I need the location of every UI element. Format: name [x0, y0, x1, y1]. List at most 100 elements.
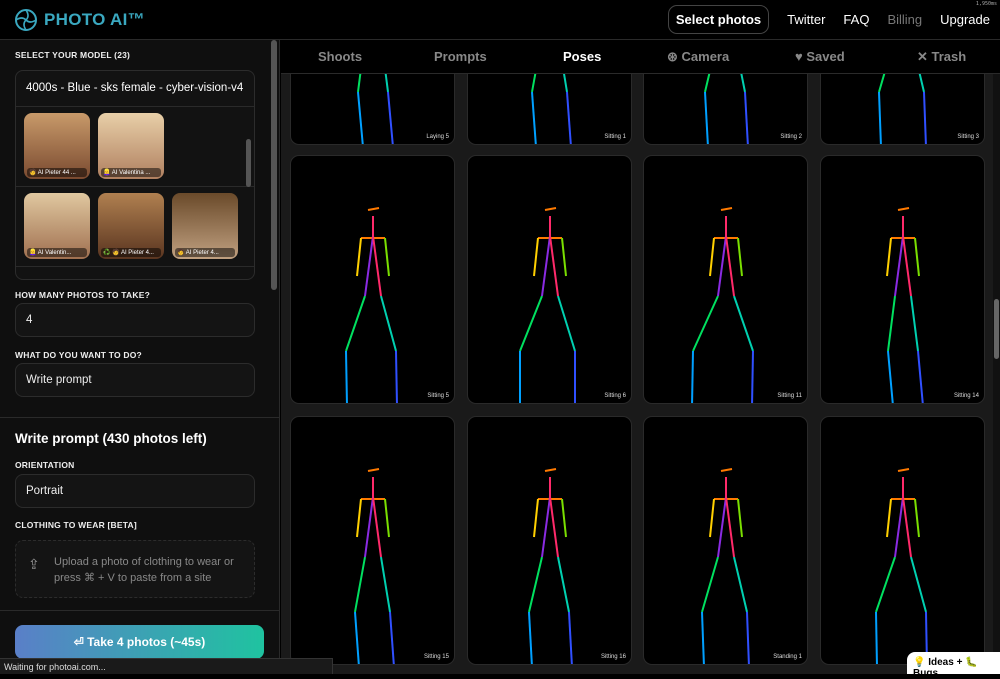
photo-count-input[interactable]: 4	[15, 303, 255, 337]
count-label: HOW MANY PHOTOS TO TAKE?	[15, 290, 150, 300]
model-thumb[interactable]: 👱‍♀️ AI Valentina ...	[98, 113, 164, 179]
pose-limb	[894, 235, 904, 297]
pose-skeleton	[701, 468, 750, 664]
pose-limb	[395, 350, 398, 403]
clothing-label: CLOTHING TO WEAR [BETA]	[15, 520, 137, 530]
model-thumb[interactable]: 👱‍♀️ AI Valentin...	[24, 193, 90, 259]
pose-limb	[894, 496, 904, 558]
action-select[interactable]: Write prompt	[15, 363, 255, 397]
pose-limb	[910, 556, 927, 613]
pose-card[interactable]: Sitting 3	[820, 74, 985, 145]
pose-limb	[367, 468, 380, 472]
pose-card[interactable]: Sitting 16	[467, 416, 632, 665]
upload-icon: ⇪	[28, 556, 40, 572]
nav-billing[interactable]: Billing	[887, 12, 922, 27]
nav-faq[interactable]: FAQ	[843, 12, 869, 27]
pose-label: Sitting 6	[604, 393, 626, 399]
pose-card[interactable]: Sitting 5	[290, 155, 455, 404]
pose-label: Sitting 16	[600, 654, 626, 660]
selected-model[interactable]: 4000s - Blue - sks female - cyber-vision…	[16, 71, 254, 107]
pose-limb	[561, 237, 567, 277]
model-selector[interactable]: 4000s - Blue - sks female - cyber-vision…	[15, 70, 255, 280]
pose-card[interactable]: Sitting 1	[467, 74, 632, 145]
pose-limb	[561, 498, 567, 538]
pose-label: Standing 1	[773, 654, 802, 660]
pose-card[interactable]: Sitting 14	[820, 155, 985, 404]
tab-camera[interactable]: ⊛ Camera	[667, 49, 729, 65]
pose-card[interactable]: Laying 5	[290, 74, 455, 145]
pose-limb	[531, 74, 537, 93]
pose-label: Sitting 3	[957, 134, 979, 140]
pose-card[interactable]: Sitting 2	[643, 74, 808, 145]
model-thumb-label: 👱‍♀️ AI Valentina ...	[101, 168, 161, 177]
action-label: WHAT DO YOU WANT TO DO?	[15, 350, 142, 360]
tab-trash-label: Trash	[931, 49, 967, 64]
pose-limb	[544, 207, 557, 211]
section-title: Write prompt (430 photos left)	[15, 431, 207, 446]
pose-limb	[897, 207, 910, 211]
timing-readout: 1,950ms	[975, 1, 997, 7]
take-photos-button[interactable]: ⏎ Take 4 photos (~45s)	[15, 625, 264, 659]
select-photos-button[interactable]: Select photos	[667, 5, 770, 34]
logo[interactable]: PHOTO AI™	[14, 8, 145, 32]
pose-card[interactable]: Sitting 11	[643, 155, 808, 404]
divider	[0, 610, 279, 611]
logo-text: PHOTO AI™	[44, 10, 145, 29]
model-list-scrollbar[interactable]	[246, 139, 251, 187]
pose-limb	[737, 237, 743, 277]
pose-limb	[914, 498, 920, 538]
model-thumb[interactable]: 🧑 AI Pieter 4...	[172, 193, 238, 259]
pose-limb	[887, 350, 894, 403]
tab-poses[interactable]: Poses	[563, 49, 601, 64]
pose-limb	[354, 611, 360, 664]
pose-label: Laying 5	[426, 134, 449, 140]
pose-limb	[380, 295, 397, 352]
tab-bar: Shoots Prompts Poses ⊛ Camera ♥ Saved ✕ …	[281, 40, 1000, 74]
pose-card[interactable]	[820, 416, 985, 665]
pose-limb	[725, 235, 735, 297]
model-thumb[interactable]: 🧑 AI Pieter 44 ...	[24, 113, 90, 179]
tab-trash[interactable]: ✕ Trash	[917, 49, 966, 65]
nav-upgrade[interactable]: Upgrade	[940, 12, 990, 27]
pose-skeleton	[886, 207, 924, 403]
clothing-upload[interactable]: ⇪ Upload a photo of clothing to wear or …	[15, 540, 255, 598]
pose-skeleton	[528, 468, 573, 664]
pose-limb	[549, 235, 559, 297]
pose-limb	[345, 295, 366, 352]
pose-card[interactable]: Sitting 15	[290, 416, 455, 665]
model-thumb[interactable]: ♻️ 🧑 AI Pieter 4...	[98, 193, 164, 259]
pose-limb	[878, 74, 886, 93]
pose-limb	[878, 91, 882, 144]
aperture-icon: ⊛	[667, 49, 682, 64]
pose-limb	[704, 74, 711, 93]
pose-limb	[737, 498, 743, 538]
heart-icon: ♥	[795, 49, 807, 64]
pose-limb	[923, 91, 927, 144]
pose-limb	[356, 498, 362, 538]
main-scrollbar[interactable]	[993, 74, 1000, 674]
pose-limb	[557, 556, 570, 613]
pose-limb	[746, 611, 750, 664]
pose-limb	[717, 496, 727, 558]
sidebar-scrollbar[interactable]	[271, 40, 277, 290]
pose-limb	[910, 295, 919, 352]
tab-shoots[interactable]: Shoots	[318, 49, 362, 64]
pose-limb	[744, 91, 749, 144]
pose-limb	[533, 498, 539, 538]
pose-limb	[372, 496, 382, 558]
nav-twitter[interactable]: Twitter	[787, 12, 825, 27]
orientation-select[interactable]: Portrait	[15, 474, 255, 508]
pose-limb	[345, 350, 348, 403]
pose-limb	[531, 91, 537, 144]
pose-limb	[566, 91, 572, 144]
pose-limb	[897, 468, 910, 472]
pose-limb	[387, 91, 394, 144]
tab-prompts[interactable]: Prompts	[434, 49, 487, 64]
pose-skeleton	[345, 207, 398, 403]
pose-limb	[886, 498, 892, 538]
pose-label: Sitting 15	[423, 654, 449, 660]
pose-card[interactable]: Standing 1	[643, 416, 808, 665]
pose-card[interactable]: Sitting 6	[467, 155, 632, 404]
tab-saved[interactable]: ♥ Saved	[795, 49, 845, 64]
feedback-button[interactable]: 💡 Ideas + 🐛 Bugs	[907, 652, 1000, 679]
